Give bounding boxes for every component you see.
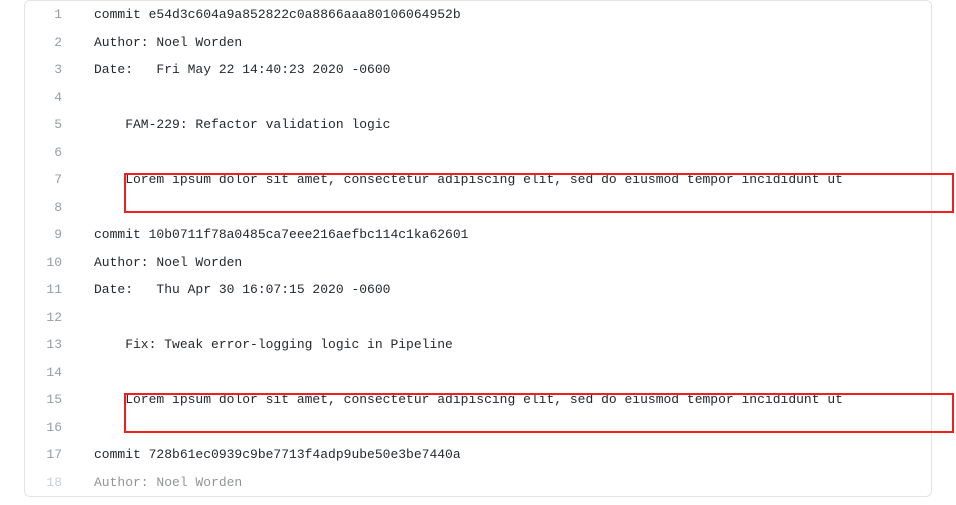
line-content: commit 728b61ec0939c9be7713f4adp9ube50e3… — [80, 441, 931, 469]
line-content: Fix: Tweak error-logging logic in Pipeli… — [80, 331, 931, 359]
line-number: 15 — [25, 386, 80, 414]
line-content — [80, 194, 931, 222]
line-number: 13 — [25, 331, 80, 359]
code-line: 15 Lorem ipsum dolor sit amet, consectet… — [25, 386, 931, 414]
code-line: 10 Author: Noel Worden — [25, 249, 931, 277]
line-content: Date: Fri May 22 14:40:23 2020 -0600 — [80, 56, 931, 84]
code-line: 2 Author: Noel Worden — [25, 29, 931, 57]
code-line: 1 commit e54d3c604a9a852822c0a8866aaa801… — [25, 1, 931, 29]
code-line: 3 Date: Fri May 22 14:40:23 2020 -0600 — [25, 56, 931, 84]
code-line: 11 Date: Thu Apr 30 16:07:15 2020 -0600 — [25, 276, 931, 304]
code-line: 13 Fix: Tweak error-logging logic in Pip… — [25, 331, 931, 359]
code-line: 17 commit 728b61ec0939c9be7713f4adp9ube5… — [25, 441, 931, 469]
line-content — [80, 359, 931, 387]
line-number: 16 — [25, 414, 80, 442]
code-line: 16 — [25, 414, 931, 442]
line-number: 17 — [25, 441, 80, 469]
code-line: 12 — [25, 304, 931, 332]
line-content: Author: Noel Worden — [80, 29, 931, 57]
code-frame: 1 commit e54d3c604a9a852822c0a8866aaa801… — [24, 0, 932, 497]
line-number: 1 — [25, 1, 80, 29]
line-content — [80, 414, 931, 442]
line-number: 14 — [25, 359, 80, 387]
code-line: 8 — [25, 194, 931, 222]
line-content: commit e54d3c604a9a852822c0a8866aaa80106… — [80, 1, 931, 29]
line-number: 6 — [25, 139, 80, 167]
line-content: Date: Thu Apr 30 16:07:15 2020 -0600 — [80, 276, 931, 304]
line-number: 7 — [25, 166, 80, 194]
line-content: Author: Noel Worden — [80, 249, 931, 277]
line-content: Lorem ipsum dolor sit amet, consectetur … — [80, 386, 931, 414]
line-content: Author: Noel Worden — [80, 469, 931, 497]
code-line: 7 Lorem ipsum dolor sit amet, consectetu… — [25, 166, 931, 194]
line-content — [80, 84, 931, 112]
line-content — [80, 304, 931, 332]
code-block[interactable]: 1 commit e54d3c604a9a852822c0a8866aaa801… — [24, 0, 932, 497]
line-number: 4 — [25, 84, 80, 112]
line-number: 5 — [25, 111, 80, 139]
line-number: 8 — [25, 194, 80, 222]
code-line: 18 Author: Noel Worden — [25, 469, 931, 497]
code-line: 6 — [25, 139, 931, 167]
line-number: 10 — [25, 249, 80, 277]
line-number: 3 — [25, 56, 80, 84]
line-number: 12 — [25, 304, 80, 332]
line-number: 11 — [25, 276, 80, 304]
code-viewer-container: 1 commit e54d3c604a9a852822c0a8866aaa801… — [0, 0, 956, 505]
code-line: 5 FAM-229: Refactor validation logic — [25, 111, 931, 139]
line-content: FAM-229: Refactor validation logic — [80, 111, 931, 139]
line-number: 18 — [25, 469, 80, 497]
code-line: 14 — [25, 359, 931, 387]
line-number: 9 — [25, 221, 80, 249]
line-number: 2 — [25, 29, 80, 57]
code-line: 9 commit 10b0711f78a0485ca7eee216aefbc11… — [25, 221, 931, 249]
line-content: Lorem ipsum dolor sit amet, consectetur … — [80, 166, 931, 194]
line-content: commit 10b0711f78a0485ca7eee216aefbc114c… — [80, 221, 931, 249]
line-content — [80, 139, 931, 167]
code-line: 4 — [25, 84, 931, 112]
